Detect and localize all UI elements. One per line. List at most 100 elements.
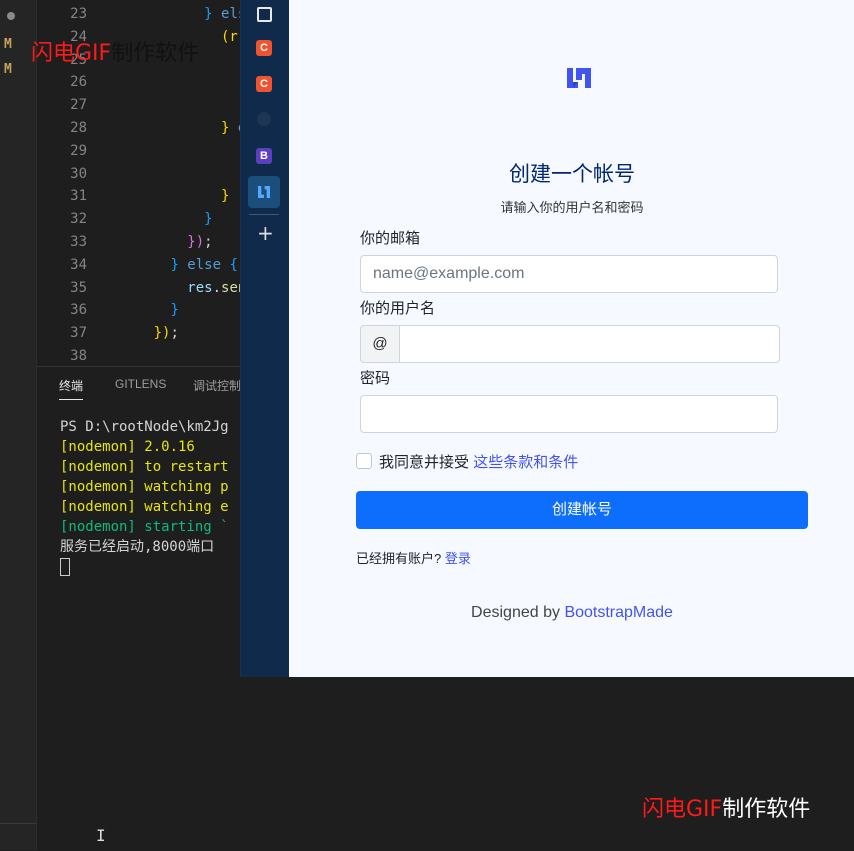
modified-marker: M [4, 37, 12, 52]
login-link[interactable]: 登录 [445, 551, 471, 566]
code-text: } [103, 302, 179, 319]
line-number: 35 [70, 279, 87, 296]
watermark-top: 闪电GIF制作软件 [31, 35, 199, 67]
watermark-text: 制作软件 [722, 797, 811, 822]
code-token: res [187, 279, 213, 296]
code-token: else [178, 256, 230, 273]
watermark-brand: 闪电GIF [31, 41, 112, 66]
terminal-line: [nodemon] 2.0.16 [60, 439, 195, 455]
username-label: 你的用户名 [360, 300, 436, 317]
terminal-line: 服务已经启动,8000端口 [60, 539, 215, 555]
line-number: 33 [70, 234, 87, 250]
modified-marker: M [4, 62, 12, 77]
line-number: 26 [70, 74, 87, 91]
tab-debug-console[interactable]: 调试控制 [193, 377, 241, 394]
code-token: } [204, 6, 213, 22]
unsaved-dot-icon [7, 12, 15, 20]
email-label: 你的邮箱 [360, 230, 421, 247]
code-token: } [221, 188, 230, 205]
username-prefix: @ [360, 325, 400, 363]
code-token: } [204, 211, 213, 228]
username-field[interactable] [399, 325, 780, 363]
code-token: else [221, 6, 240, 22]
terminal-line: [nodemon] to restart [60, 459, 229, 475]
terminal-output[interactable]: PS D:\rootNode\km2Jg [nodemon] 2.0.16 [nod… [60, 417, 229, 577]
line-number: 32 [70, 211, 87, 228]
code-text: }); [103, 325, 179, 341]
code-token: . [212, 279, 222, 296]
terms-link[interactable]: 这些条款和条件 [473, 454, 578, 471]
line-number: 28 [70, 120, 87, 136]
terminal-line: PS D:\rootNode\km2Jg [60, 419, 229, 435]
divider [0, 823, 36, 824]
line-number: 37 [70, 325, 87, 342]
terminal-line: [nodemon] watching p [60, 479, 229, 495]
activity-bar: M M [0, 0, 37, 850]
terms-text: 我同意并接受 [379, 454, 470, 471]
code-token: }) [153, 325, 171, 342]
register-page: 创建一个帐号 请输入你的用户名和密码 你的邮箱 name@example.com… [289, 0, 854, 677]
code-text: } [103, 188, 229, 204]
divider [249, 214, 279, 215]
code-text: } else { [103, 256, 238, 273]
code-text: res [103, 143, 240, 159]
line-number: 36 [70, 302, 87, 319]
browser-sidebar: C C B + [241, 0, 289, 677]
github-icon[interactable] [257, 112, 271, 126]
panel-tabs: 终端 GITLENS 调试控制 [37, 367, 241, 401]
watermark-text: 制作软件 [111, 41, 200, 66]
add-icon[interactable]: + [257, 221, 274, 245]
app-c-icon[interactable]: C [256, 76, 272, 92]
line-number: 27 [70, 97, 87, 114]
window-icon[interactable] [257, 7, 272, 22]
code-text: res.send(r [103, 280, 240, 296]
code-text: } else { [103, 6, 240, 22]
code-text: }); [103, 234, 213, 250]
terminal-line: [nodemon] watching e [60, 499, 229, 515]
credits-link[interactable]: BootstrapMade [564, 604, 673, 621]
code-text: } [103, 211, 213, 228]
code-token: } [170, 302, 179, 319]
terms-checkbox[interactable] [356, 453, 372, 469]
line-number: 38 [70, 348, 87, 364]
logo-icon [566, 66, 591, 90]
credits: Designed by BootstrapMade [289, 604, 854, 622]
password-label: 密码 [360, 370, 391, 387]
password-field[interactable] [360, 395, 778, 433]
login-prompt-text: 已经拥有账户? [356, 551, 442, 566]
login-prompt: 已经拥有账户? 登录 [356, 548, 471, 567]
credits-text: Designed by [471, 604, 560, 621]
code-token: else [229, 120, 240, 136]
browser-window: C C B + 创建一个帐号 请输入你的用户名和密码 你的邮箱 name@exa… [240, 0, 854, 677]
bottom-panel: 终端 GITLENS 调试控制 PS D:\rootNode\km2Jg [nod… [37, 366, 241, 851]
tab-terminal[interactable]: 终端 [59, 377, 84, 400]
line-number: 31 [70, 188, 87, 205]
niceadmin-logo-icon[interactable] [256, 184, 272, 203]
code-token: { [229, 256, 238, 273]
watermark-brand: 闪电GIF [642, 797, 723, 822]
watermark-bottom: 闪电GIF制作软件 [642, 791, 810, 823]
line-number: 34 [70, 256, 87, 273]
app-c-icon[interactable]: C [256, 40, 272, 56]
code-token: ; [170, 325, 179, 342]
code-token: ; [204, 234, 213, 250]
bootstrap-icon[interactable]: B [256, 148, 272, 164]
email-field[interactable]: name@example.com [360, 255, 778, 293]
line-number: 29 [70, 142, 87, 159]
tab-gitlens[interactable]: GITLENS [115, 377, 166, 391]
page-subtitle: 请输入你的用户名和密码 [500, 200, 644, 215]
code-text: retu [103, 97, 240, 113]
create-account-button[interactable]: 创建帐号 [356, 491, 808, 529]
line-number: 23 [70, 6, 87, 22]
page-title: 创建一个帐号 [509, 163, 635, 186]
